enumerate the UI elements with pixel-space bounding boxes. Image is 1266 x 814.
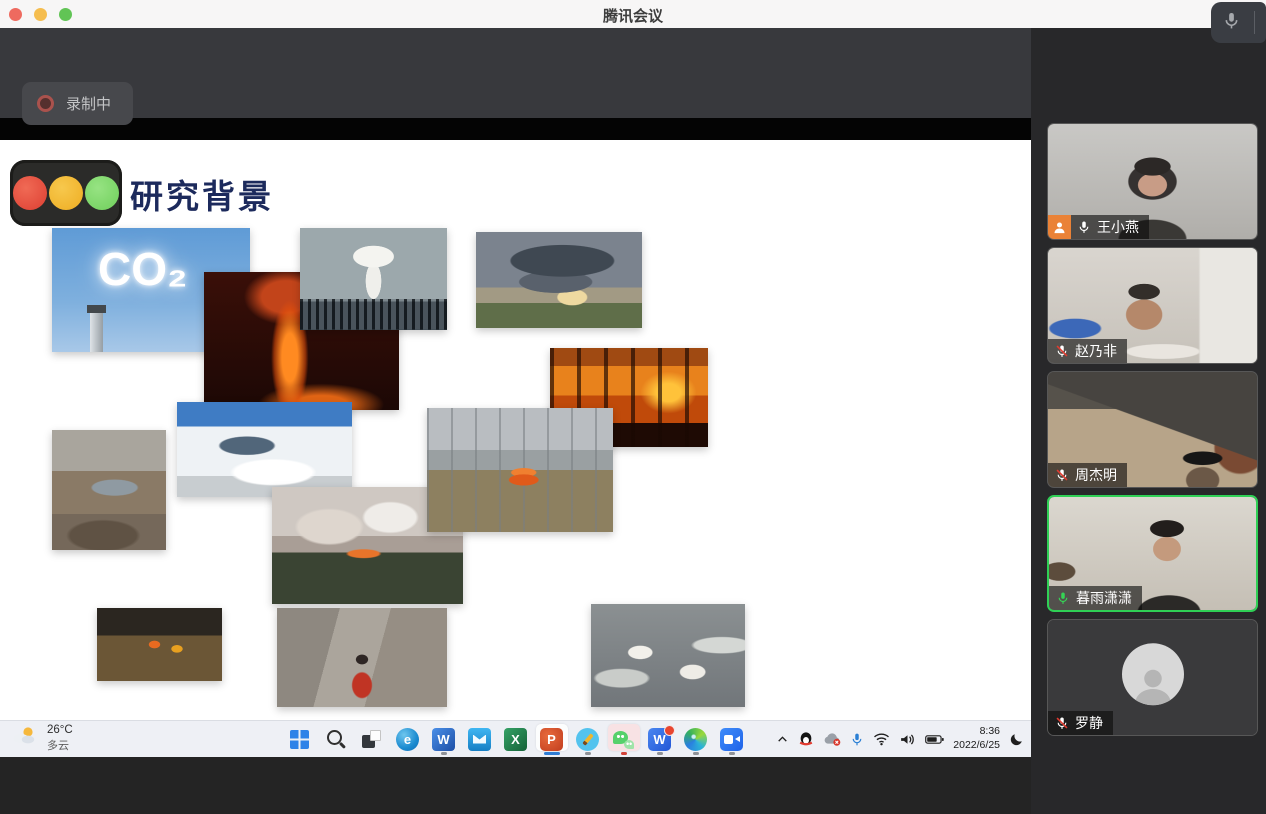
pencil-taskbar-button[interactable] <box>570 721 606 757</box>
participant-mic-icon <box>1055 344 1069 358</box>
slide-photo-polar-bears <box>591 604 745 707</box>
slide-photo-earthquake-person <box>277 608 447 707</box>
recording-dot-icon <box>37 95 54 112</box>
tray-time: 8:36 <box>980 725 1000 737</box>
excel-taskbar-button[interactable]: X <box>498 721 534 757</box>
pencil-icon <box>576 728 599 751</box>
excel-icon: X <box>504 728 527 751</box>
powerpoint-taskbar-button[interactable]: P <box>534 721 570 757</box>
meeting-icon <box>720 728 743 751</box>
wechat-taskbar-button[interactable] <box>606 721 642 757</box>
chevron-up-icon[interactable] <box>776 733 789 746</box>
participant-tile[interactable]: 周杰明 <box>1047 371 1258 488</box>
mic-control-button[interactable] <box>1211 2 1266 43</box>
wechat-icon <box>612 728 635 751</box>
slide-traffic-light-image <box>10 160 122 226</box>
battery-icon[interactable] <box>925 733 944 746</box>
slide-photo-earthquake-rubble <box>52 430 166 550</box>
participant-name: 周杰明 <box>1075 465 1117 485</box>
tencent-meeting-window: 腾讯会议 录制中 研究背景 CO₂ <box>0 0 1266 814</box>
mail-taskbar-button[interactable] <box>462 721 498 757</box>
participant-mic-icon <box>1077 220 1091 234</box>
qq-tray-icon[interactable] <box>798 731 814 747</box>
participant-mic-icon <box>1055 716 1069 730</box>
chimney-shape <box>90 312 103 352</box>
weather-icon <box>11 725 38 751</box>
clock[interactable]: 8:36 2022/6/25 <box>953 725 1000 752</box>
participant-name: 赵乃非 <box>1075 341 1117 361</box>
slide-title: 研究背景 <box>130 170 274 218</box>
participants-sidebar: 王小燕 赵乃非 <box>1031 28 1266 814</box>
window-title: 腾讯会议 <box>0 5 1266 26</box>
slide-photo-avalanche <box>177 402 352 497</box>
powerpoint-icon: P <box>540 728 563 751</box>
weather-widget[interactable]: 26°C 多云 <box>11 723 73 753</box>
meeting-taskbar-button[interactable] <box>714 721 750 757</box>
search-taskbar-button[interactable] <box>318 721 354 757</box>
night-mode-moon-icon[interactable] <box>1009 732 1024 747</box>
tray-date: 2022/6/25 <box>953 739 1000 751</box>
volume-icon[interactable] <box>899 732 916 747</box>
slide-photo-flood-rescue <box>427 408 613 532</box>
letterbox-bottom <box>0 757 1031 814</box>
host-badge-icon <box>1048 215 1071 239</box>
participant-name: 王小燕 <box>1097 217 1139 237</box>
pill-divider <box>1254 11 1255 34</box>
wifi-icon[interactable] <box>873 732 890 746</box>
task-view-taskbar-button[interactable] <box>354 721 390 757</box>
word-icon: W <box>432 728 455 751</box>
meeting-top-band <box>0 28 1031 118</box>
notification-badge <box>664 725 675 736</box>
recording-label: 录制中 <box>66 93 111 114</box>
windows-taskbar: 26°C 多云 eWXPW <box>0 720 1031 757</box>
word-taskbar-button[interactable]: W <box>426 721 462 757</box>
weather-temperature: 26°C <box>47 723 73 739</box>
slide-photo-night-flood <box>97 608 222 681</box>
presentation-slide: 研究背景 CO₂ <box>0 140 1031 720</box>
participant-tile[interactable]: 赵乃非 <box>1047 247 1258 364</box>
avatar-placeholder-icon <box>1122 643 1184 705</box>
participant-label: 罗静 <box>1048 711 1113 735</box>
participant-label: 赵乃非 <box>1048 339 1127 363</box>
edge-legacy-icon: e <box>396 728 419 751</box>
tencent-docs-icon: W <box>648 728 671 751</box>
participant-tile[interactable]: 王小燕 <box>1047 123 1258 240</box>
start-taskbar-button[interactable] <box>282 721 318 757</box>
participant-tile[interactable]: 暮雨潇潇 <box>1047 495 1258 612</box>
system-tray: 8:36 2022/6/25 <box>776 721 1024 757</box>
edge-icon <box>684 728 707 751</box>
edge-legacy-taskbar-button[interactable]: e <box>390 721 426 757</box>
shared-screen-area: 录制中 研究背景 CO₂ <box>0 28 1031 814</box>
recording-indicator[interactable]: 录制中 <box>22 82 133 125</box>
participant-name: 罗静 <box>1075 713 1103 733</box>
participant-label: 暮雨潇潇 <box>1049 586 1142 610</box>
microphone-icon <box>1222 11 1241 35</box>
tencent-docs-taskbar-button[interactable]: W <box>642 721 678 757</box>
mail-icon <box>468 728 491 751</box>
slide-photo-penguins <box>300 228 447 330</box>
letterbox-top <box>0 118 1031 140</box>
slide-photo-supercell-storm <box>476 232 642 328</box>
co2-cloud-text: CO₂ <box>98 242 187 296</box>
tray-microphone-icon[interactable] <box>850 732 864 747</box>
cloud-sync-error-icon[interactable] <box>823 732 841 747</box>
participant-label: 王小燕 <box>1048 215 1149 239</box>
participant-mic-icon <box>1056 591 1070 605</box>
edge-taskbar-button[interactable] <box>678 721 714 757</box>
taskbar-apps: eWXPW <box>282 721 750 757</box>
participant-name: 暮雨潇潇 <box>1076 588 1132 608</box>
start-icon <box>290 730 309 749</box>
search-icon <box>324 728 347 751</box>
participant-tile[interactable]: 罗静 <box>1047 619 1258 736</box>
task-view-icon <box>360 728 383 751</box>
participant-label: 周杰明 <box>1048 463 1127 487</box>
weather-condition: 多云 <box>47 739 73 754</box>
window-titlebar: 腾讯会议 <box>0 0 1266 28</box>
participant-mic-icon <box>1055 468 1069 482</box>
